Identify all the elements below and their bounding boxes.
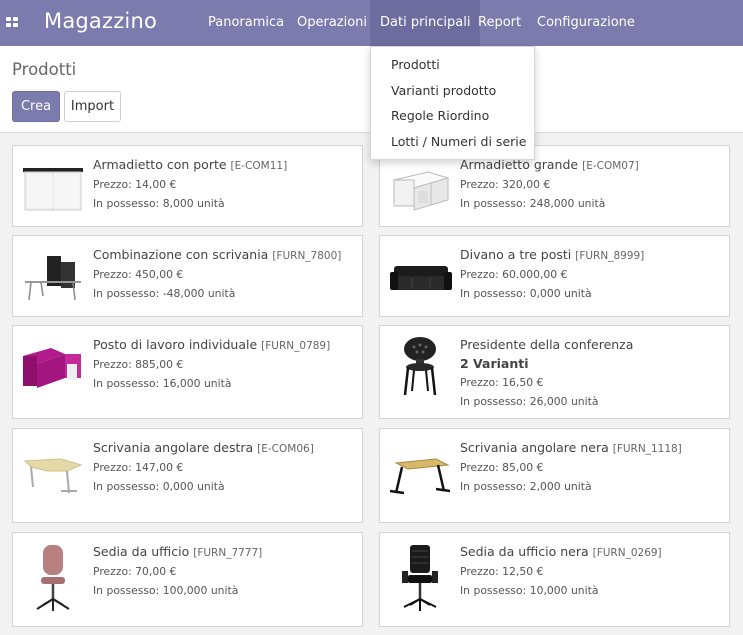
product-stock: In possesso: 10,000 unità: [460, 584, 599, 597]
dropdown-item-prodotti[interactable]: Prodotti: [371, 52, 534, 78]
product-price: Prezzo: 85,00 €: [460, 461, 544, 474]
sofa-icon: [388, 246, 452, 306]
product-price: Prezzo: 14,00 €: [93, 178, 177, 191]
product-stock: In possesso: 26,000 unità: [460, 395, 599, 408]
product-name: Scrivania angolare destra: [93, 440, 254, 455]
product-name: Scrivania angolare nera: [460, 440, 609, 455]
product-name: Combinazione con scrivania: [93, 247, 269, 262]
product-price: Prezzo: 70,00 €: [93, 565, 177, 578]
product-price: Prezzo: 320,00 €: [460, 178, 551, 191]
product-price: Prezzo: 450,00 €: [93, 268, 184, 281]
product-stock: In possesso: 16,000 unità: [93, 377, 232, 390]
product-stock: In possesso: 0,000 unità: [93, 480, 225, 493]
black-office-chair-icon: [388, 543, 452, 613]
product-name: Sedia da ufficio: [93, 544, 190, 559]
nav-item-report[interactable]: Report: [468, 0, 531, 46]
corner-desk-icon: [21, 439, 85, 499]
large-shelf-cabinet-icon: [388, 156, 452, 216]
pink-office-chair-icon: [21, 543, 85, 613]
product-ref: [FURN_0269]: [592, 547, 662, 559]
product-name: Posto di lavoro individuale: [93, 337, 258, 352]
dropdown-item-varianti-prodotto[interactable]: Varianti prodotto: [371, 78, 534, 104]
product-ref: [FURN_7800]: [272, 250, 342, 262]
product-card[interactable]: Posto di lavoro individuale [FURN_0789] …: [12, 325, 363, 419]
product-card[interactable]: Sedia da ufficio [FURN_7777] Prezzo: 70,…: [12, 532, 363, 627]
product-ref: [FURN_7777]: [193, 547, 263, 559]
breadcrumb: Prodotti: [12, 60, 77, 79]
product-stock: In possesso: -48,000 unità: [93, 287, 236, 300]
product-name: Sedia da ufficio nera: [460, 544, 589, 559]
product-card[interactable]: Divano a tre posti [FURN_8999] Prezzo: 6…: [379, 235, 730, 317]
product-ref: [FURN_0789]: [261, 340, 331, 352]
product-card[interactable]: Presidente della conferenza 2 Varianti P…: [379, 325, 730, 419]
product-name: Armadietto con porte: [93, 157, 227, 172]
product-name: Divano a tre posti: [460, 247, 572, 262]
product-variants: 2 Varianti: [460, 356, 529, 371]
conference-chair-icon: [388, 336, 452, 396]
product-card[interactable]: Scrivania angolare nera [FURN_1118] Prez…: [379, 428, 730, 523]
product-ref: [FURN_8999]: [575, 250, 645, 262]
product-card[interactable]: Scrivania angolare destra [E-COM06] Prez…: [12, 428, 363, 523]
product-card[interactable]: Sedia da ufficio nera [FURN_0269] Prezzo…: [379, 532, 730, 627]
product-stock: In possesso: 100,000 unità: [93, 584, 239, 597]
product-ref: [E-COM11]: [230, 160, 288, 172]
dropdown-item-lotti-numeri-serie[interactable]: Lotti / Numeri di serie: [371, 129, 534, 155]
product-card[interactable]: Combinazione con scrivania [FURN_7800] P…: [12, 235, 363, 317]
top-navbar: Magazzino Panoramica Operazioni Dati pri…: [0, 0, 743, 46]
black-desk-icon: [388, 439, 452, 499]
product-stock: In possesso: 248,000 unità: [460, 197, 606, 210]
nav-item-dati-principali[interactable]: Dati principali: [370, 0, 481, 46]
product-price: Prezzo: 16,50 €: [460, 376, 544, 389]
create-button[interactable]: Crea: [12, 91, 60, 122]
product-name: Presidente della conferenza: [460, 337, 634, 352]
product-price: Prezzo: 147,00 €: [93, 461, 184, 474]
product-price: Prezzo: 885,00 €: [93, 358, 184, 371]
nav-item-operazioni[interactable]: Operazioni: [287, 0, 377, 46]
white-cabinet-icon: [21, 156, 85, 216]
product-stock: In possesso: 2,000 unità: [460, 480, 592, 493]
import-button[interactable]: Import: [64, 91, 121, 122]
product-stock: In possesso: 0,000 unità: [460, 287, 592, 300]
apps-menu-icon[interactable]: [6, 17, 19, 28]
workstation-pod-icon: [21, 336, 85, 396]
product-ref: [E-COM06]: [257, 443, 314, 455]
master-data-dropdown: Prodotti Varianti prodotto Regole Riordi…: [370, 46, 535, 160]
desk-combination-icon: [21, 246, 85, 306]
product-stock: In possesso: 8,000 unità: [93, 197, 225, 210]
product-ref: [FURN_1118]: [612, 443, 682, 455]
product-price: Prezzo: 12,50 €: [460, 565, 544, 578]
nav-item-configurazione[interactable]: Configurazione: [527, 0, 645, 46]
dropdown-item-regole-riordino[interactable]: Regole Riordino: [371, 103, 534, 129]
product-price: Prezzo: 60.000,00 €: [460, 268, 568, 281]
product-card[interactable]: Armadietto con porte [E-COM11] Prezzo: 1…: [12, 145, 363, 227]
product-ref: [E-COM07]: [582, 160, 639, 172]
nav-item-panoramica[interactable]: Panoramica: [198, 0, 294, 46]
app-title[interactable]: Magazzino: [44, 9, 157, 33]
